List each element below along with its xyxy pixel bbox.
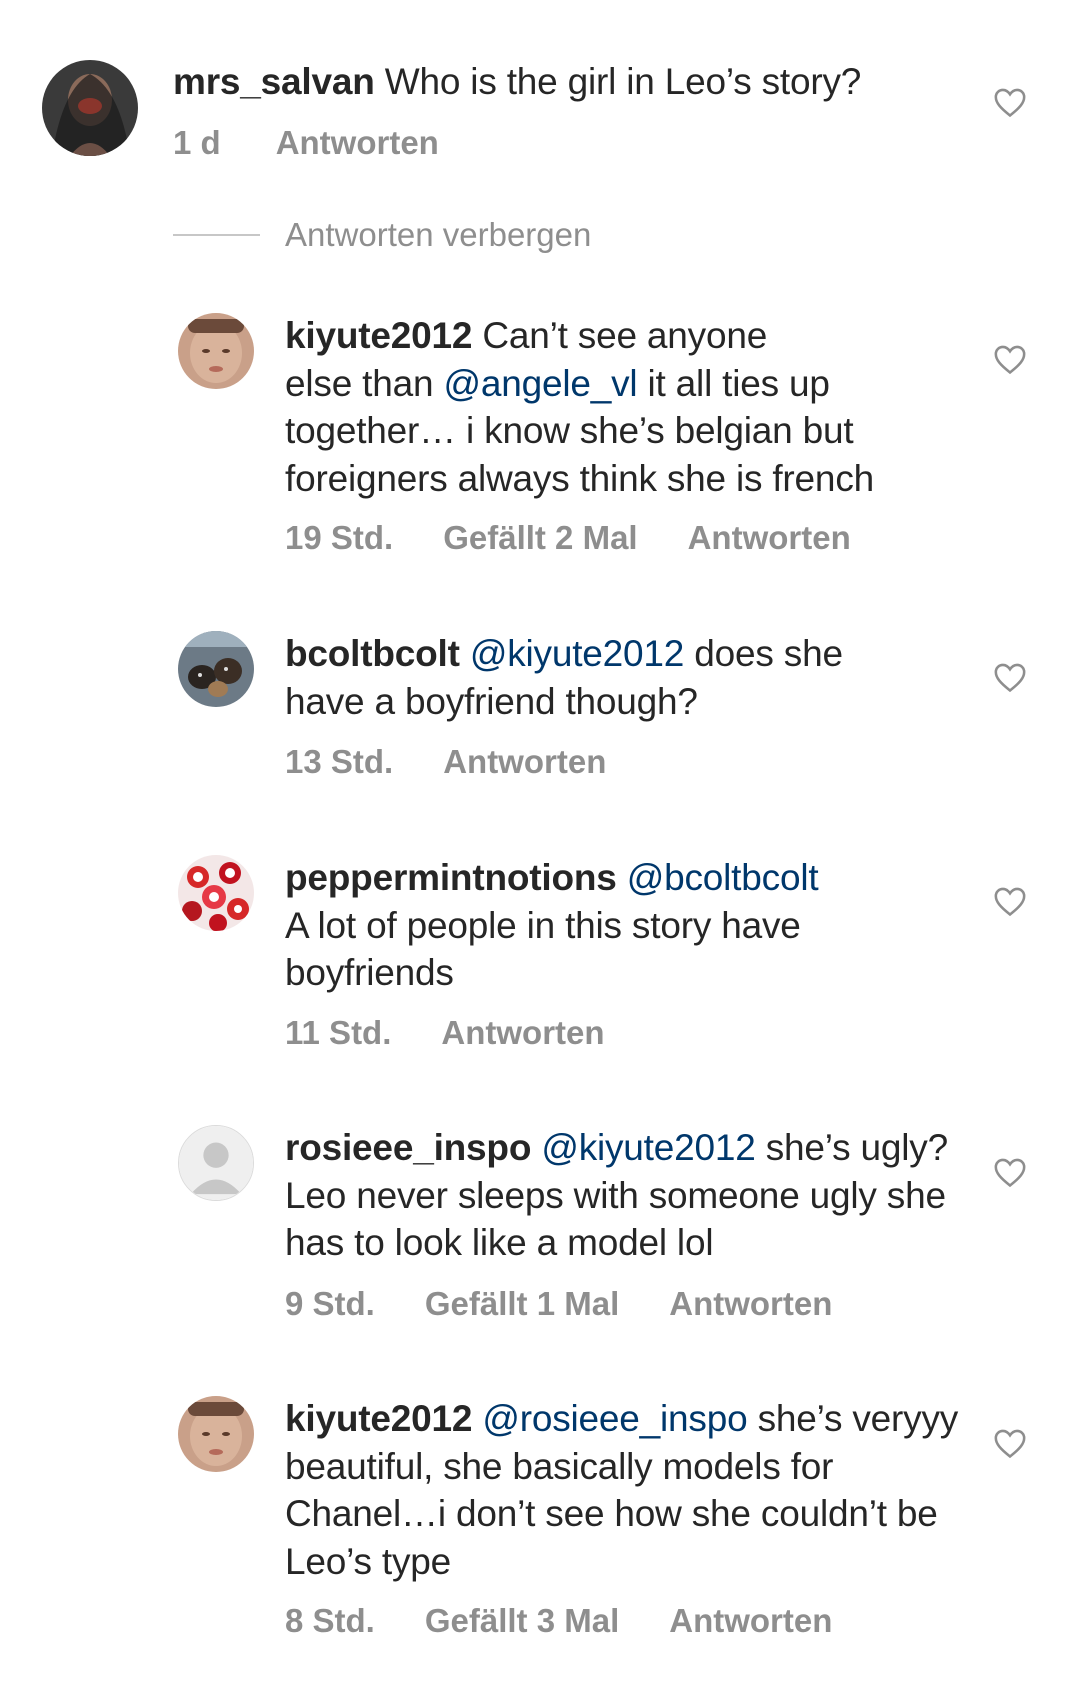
reply-button[interactable]: Antworten bbox=[276, 124, 439, 161]
mention-link[interactable]: @angele_vl bbox=[443, 363, 637, 404]
avatar[interactable] bbox=[178, 855, 254, 931]
username[interactable]: kiyute2012 bbox=[285, 315, 472, 356]
reply-button[interactable]: Antworten bbox=[669, 1602, 832, 1639]
timestamp: 19 Std. bbox=[285, 519, 394, 556]
comment-text: kiyute2012 Can’t see anyone else than @an… bbox=[285, 315, 874, 499]
heart-icon[interactable] bbox=[993, 1156, 1027, 1188]
mention-link[interactable]: @kiyute2012 bbox=[470, 633, 685, 674]
avatar[interactable] bbox=[178, 1125, 254, 1201]
timestamp: 9 Std. bbox=[285, 1285, 375, 1322]
username[interactable]: kiyute2012 bbox=[285, 1398, 472, 1439]
comment-text: rosieee_inspo @kiyute2012 she’s ugly? Le… bbox=[285, 1127, 948, 1263]
username[interactable]: mrs_salvan bbox=[173, 61, 375, 102]
username[interactable]: peppermintnotions bbox=[285, 857, 617, 898]
comment-meta: 19 Std. Gefällt 2 Mal Antworten bbox=[285, 519, 901, 557]
comment-meta: 13 Std. Antworten bbox=[285, 743, 656, 781]
timestamp: 13 Std. bbox=[285, 743, 394, 780]
comment-text: mrs_salvan Who is the girl in Leo’s stor… bbox=[173, 61, 862, 102]
heart-icon[interactable] bbox=[993, 885, 1027, 917]
avatar[interactable] bbox=[42, 60, 138, 156]
likes-count[interactable]: Gefällt 2 Mal bbox=[443, 519, 637, 556]
timestamp: 1 d bbox=[173, 124, 221, 161]
heart-icon[interactable] bbox=[993, 661, 1027, 693]
likes-count[interactable]: Gefällt 3 Mal bbox=[425, 1602, 619, 1639]
heart-icon[interactable] bbox=[993, 86, 1027, 118]
comment-meta: 9 Std. Gefällt 1 Mal Antworten bbox=[285, 1285, 882, 1323]
reply-button[interactable]: Antworten bbox=[669, 1285, 832, 1322]
reply-button[interactable]: Antworten bbox=[441, 1014, 604, 1051]
comment-text: peppermintnotions @bcoltbcolt A lot of pe… bbox=[285, 857, 819, 993]
reply-button[interactable]: Antworten bbox=[443, 743, 606, 780]
username[interactable]: rosieee_inspo bbox=[285, 1127, 531, 1168]
username[interactable]: bcoltbcolt bbox=[285, 633, 460, 674]
avatar[interactable] bbox=[178, 631, 254, 707]
hide-replies-button[interactable]: Antworten verbergen bbox=[285, 216, 591, 254]
comment-meta: 1 d Antworten bbox=[173, 124, 489, 162]
divider bbox=[173, 234, 260, 236]
heart-icon[interactable] bbox=[993, 343, 1027, 375]
likes-count[interactable]: Gefällt 1 Mal bbox=[425, 1285, 619, 1322]
comment-text: bcoltbcolt @kiyute2012 does she have a b… bbox=[285, 633, 843, 722]
comment-meta: 8 Std. Gefällt 3 Mal Antworten bbox=[285, 1602, 882, 1640]
mention-link[interactable]: @rosieee_inspo bbox=[482, 1398, 747, 1439]
comment-text: kiyute2012 @rosieee_inspo she’s veryyy b… bbox=[285, 1398, 959, 1582]
avatar[interactable] bbox=[178, 1396, 254, 1472]
timestamp: 11 Std. bbox=[285, 1014, 392, 1051]
avatar[interactable] bbox=[178, 313, 254, 389]
heart-icon[interactable] bbox=[993, 1427, 1027, 1459]
timestamp: 8 Std. bbox=[285, 1602, 375, 1639]
reply-button[interactable]: Antworten bbox=[688, 519, 851, 556]
comment-meta: 11 Std. Antworten bbox=[285, 1014, 655, 1052]
mention-link[interactable]: @kiyute2012 bbox=[541, 1127, 756, 1168]
mention-link[interactable]: @bcoltbcolt bbox=[627, 857, 819, 898]
